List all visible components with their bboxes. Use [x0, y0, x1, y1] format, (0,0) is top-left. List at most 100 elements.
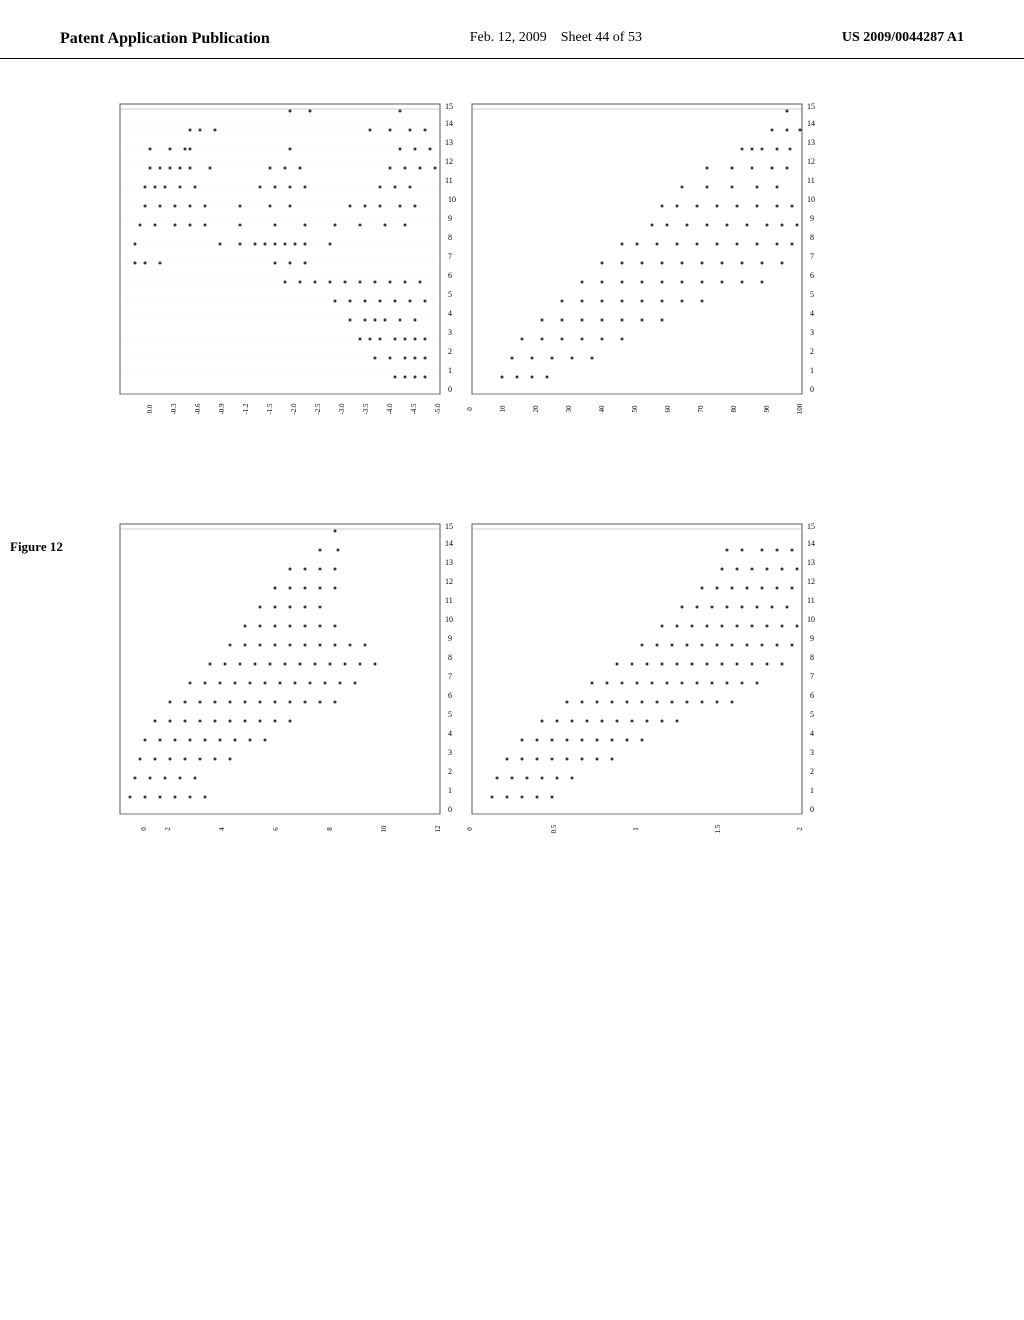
svg-text:0: 0: [448, 385, 452, 394]
svg-text:12: 12: [445, 577, 453, 586]
svg-text:2: 2: [448, 347, 452, 356]
svg-text:1: 1: [810, 366, 814, 375]
top-left-chart: 0 1 2 3 4 5 6 7 8 9 10 11 12 13 14 15: [90, 94, 460, 439]
svg-text:3: 3: [448, 328, 452, 337]
svg-text:12: 12: [807, 577, 815, 586]
svg-text:-0.3: -0.3: [170, 403, 178, 415]
bottom-left-chart: 0 1 2 3 4 5 6 7 8 9 10 11 12 13 14 15: [90, 514, 460, 859]
svg-text:30: 30: [565, 405, 573, 413]
svg-text:7: 7: [448, 252, 452, 261]
svg-text:11: 11: [445, 176, 453, 185]
svg-text:13: 13: [807, 138, 815, 147]
svg-text:6: 6: [272, 827, 280, 831]
svg-text:0: 0: [448, 805, 452, 814]
svg-text:-4.0: -4.0: [386, 403, 394, 415]
figure-label: Figure 12: [10, 539, 63, 555]
svg-text:4: 4: [448, 729, 452, 738]
svg-text:11: 11: [807, 596, 815, 605]
svg-text:0: 0: [140, 827, 148, 831]
svg-text:-4.5: -4.5: [410, 403, 418, 415]
svg-text:6: 6: [448, 271, 452, 280]
svg-text:40: 40: [598, 405, 606, 413]
svg-text:5: 5: [448, 290, 452, 299]
svg-text:2: 2: [796, 827, 804, 831]
svg-text:-1.5: -1.5: [266, 403, 274, 415]
svg-text:2: 2: [810, 347, 814, 356]
svg-text:80: 80: [730, 405, 738, 413]
svg-text:-3.0: -3.0: [338, 403, 346, 415]
svg-text:10: 10: [807, 615, 815, 624]
sheet-info: Sheet 44 of 53: [561, 30, 642, 45]
top-right-chart: 0 1 2 3 4 5 6 7 8 9 10 11 12 13 14 15: [462, 94, 832, 439]
bottom-right-chart: 0 1 2 3 4 5 6 7 8 9 10 11 12 13 14 15: [462, 514, 832, 859]
svg-text:100: 100: [796, 403, 804, 414]
svg-text:3: 3: [448, 748, 452, 757]
svg-text:7: 7: [448, 672, 452, 681]
svg-text:10: 10: [807, 195, 815, 204]
svg-text:2: 2: [448, 767, 452, 776]
svg-text:4: 4: [810, 309, 814, 318]
svg-text:8: 8: [326, 827, 334, 831]
svg-text:7: 7: [810, 252, 814, 261]
svg-text:12: 12: [434, 825, 442, 833]
svg-text:5: 5: [810, 710, 814, 719]
svg-text:9: 9: [810, 634, 814, 643]
svg-text:14: 14: [807, 539, 815, 548]
svg-text:-0.9: -0.9: [218, 403, 226, 415]
publication-number: US 2009/0044287 A1: [842, 30, 964, 46]
svg-text:50: 50: [631, 405, 639, 413]
svg-text:12: 12: [807, 157, 815, 166]
svg-text:0: 0: [810, 805, 814, 814]
svg-text:0: 0: [466, 827, 474, 831]
svg-text:11: 11: [807, 176, 815, 185]
svg-text:1: 1: [632, 827, 640, 831]
svg-text:2: 2: [810, 767, 814, 776]
publication-title: Patent Application Publication: [60, 30, 270, 48]
svg-text:1.5: 1.5: [714, 824, 722, 833]
svg-text:6: 6: [810, 271, 814, 280]
svg-text:6: 6: [810, 691, 814, 700]
svg-text:0.5: 0.5: [550, 824, 558, 833]
svg-text:0: 0: [466, 407, 474, 411]
svg-text:8: 8: [448, 653, 452, 662]
svg-text:90: 90: [763, 405, 771, 413]
svg-text:4: 4: [218, 827, 226, 831]
top-left-chart-svg: 0 1 2 3 4 5 6 7 8 9 10 11 12 13 14 15: [90, 94, 460, 434]
top-right-chart-svg: 0 1 2 3 4 5 6 7 8 9 10 11 12 13 14 15: [462, 94, 832, 434]
svg-text:9: 9: [448, 634, 452, 643]
svg-text:9: 9: [810, 214, 814, 223]
svg-text:-2.5: -2.5: [314, 403, 322, 415]
svg-text:4: 4: [810, 729, 814, 738]
svg-text:-0.6: -0.6: [194, 403, 202, 415]
svg-text:11: 11: [445, 596, 453, 605]
svg-text:-5.0: -5.0: [434, 403, 442, 415]
bottom-charts-row: 0 1 2 3 4 5 6 7 8 9 10 11 12 13 14 15: [90, 514, 984, 859]
svg-text:13: 13: [445, 558, 453, 567]
svg-text:8: 8: [448, 233, 452, 242]
svg-text:70: 70: [697, 405, 705, 413]
svg-text:3: 3: [810, 748, 814, 757]
publication-date: Feb. 12, 2009: [470, 30, 547, 45]
svg-text:60: 60: [664, 405, 672, 413]
svg-text:1: 1: [810, 786, 814, 795]
svg-text:12: 12: [445, 157, 453, 166]
svg-text:15: 15: [807, 102, 815, 111]
page-header: Patent Application Publication Feb. 12, …: [0, 0, 1024, 59]
svg-text:14: 14: [807, 119, 815, 128]
svg-text:8: 8: [810, 653, 814, 662]
svg-text:2: 2: [164, 827, 172, 831]
svg-text:0: 0: [810, 385, 814, 394]
svg-text:4: 4: [448, 309, 452, 318]
svg-text:1: 1: [448, 366, 452, 375]
svg-text:-2.0: -2.0: [290, 403, 298, 415]
svg-text:0.0: 0.0: [146, 404, 154, 413]
svg-text:15: 15: [445, 102, 453, 111]
svg-text:13: 13: [807, 558, 815, 567]
publication-date-sheet: Feb. 12, 2009 Sheet 44 of 53: [470, 30, 642, 46]
bottom-right-chart-svg: 0 1 2 3 4 5 6 7 8 9 10 11 12 13 14 15: [462, 514, 832, 854]
svg-text:8: 8: [810, 233, 814, 242]
svg-text:5: 5: [810, 290, 814, 299]
svg-text:-1.2: -1.2: [242, 403, 250, 415]
svg-text:10: 10: [445, 615, 453, 624]
svg-text:9: 9: [448, 214, 452, 223]
